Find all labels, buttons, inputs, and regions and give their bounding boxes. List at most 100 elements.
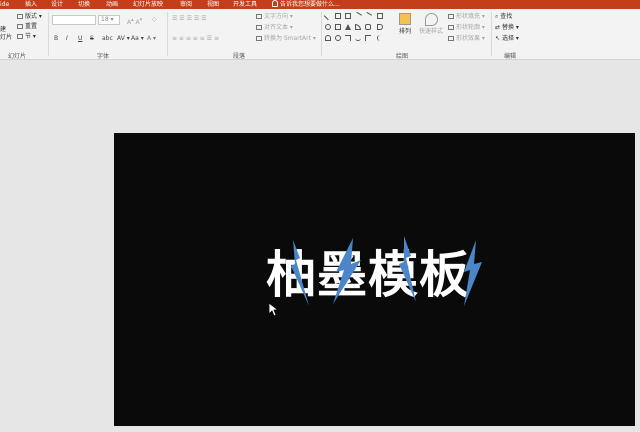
shape-fill-label: 形状填充 bbox=[456, 13, 481, 20]
tab-review[interactable]: 审阅 bbox=[180, 0, 192, 9]
tab-view[interactable]: 视图 bbox=[207, 0, 219, 9]
find-label: 查找 bbox=[500, 13, 513, 20]
tab-insert[interactable]: 插入 bbox=[25, 0, 37, 9]
replace-button[interactable]: ⇄ 替换 ▾ bbox=[495, 24, 519, 32]
rectangle-shape-icon[interactable] bbox=[377, 13, 383, 19]
new-slide-label-2: 灯片 bbox=[0, 34, 13, 41]
corner-shape-icon[interactable] bbox=[355, 24, 361, 30]
shape-outline-button[interactable]: 形状轮廓 ▾ bbox=[448, 24, 485, 32]
section-label: 节 bbox=[25, 33, 32, 40]
editing-group-label: 编辑 bbox=[504, 53, 517, 60]
align-buttons[interactable]: ≡ ≡ ≡ ≡ ≡ ☰ ≡ bbox=[172, 35, 219, 43]
lightbulb-icon bbox=[272, 0, 278, 7]
reset-button[interactable]: 重置 bbox=[17, 23, 37, 31]
slides-group-label: 幻灯片 bbox=[8, 53, 27, 60]
tab-file[interactable]: ide bbox=[0, 0, 9, 9]
arrange-button[interactable]: 排列 bbox=[395, 13, 415, 35]
tab-animations[interactable]: 动画 bbox=[106, 0, 118, 9]
lightning-bolt-icon bbox=[464, 240, 482, 306]
font-size-value: 18 bbox=[101, 16, 109, 23]
circle-shape-icon[interactable] bbox=[335, 35, 341, 41]
tab-design[interactable]: 设计 bbox=[51, 0, 63, 9]
curve-shape-icon[interactable] bbox=[355, 35, 361, 41]
italic-button[interactable]: I bbox=[66, 35, 68, 42]
section-button[interactable]: 节 ▾ bbox=[17, 33, 36, 41]
bold-button[interactable]: B bbox=[54, 35, 58, 42]
font-group-label: 字体 bbox=[97, 53, 110, 60]
lightning-bolt-icon bbox=[291, 240, 309, 306]
select-label: 选择 bbox=[501, 35, 514, 42]
fill-icon bbox=[448, 14, 454, 19]
layout-button[interactable]: 版式 ▾ bbox=[17, 13, 42, 21]
group-separator bbox=[48, 12, 49, 56]
align-text-label: 对齐文本 bbox=[264, 24, 289, 31]
group-separator bbox=[491, 12, 492, 56]
font-color-button[interactable]: A ▾ bbox=[147, 35, 156, 42]
ribbon: 建 灯片 版式 ▾ 重置 节 ▾ 幻灯片 18 ▾ A▴ A▾ ◇ B I U … bbox=[0, 9, 640, 60]
text-direction-label: 文字方向 bbox=[264, 13, 289, 20]
select-button[interactable]: ↖ 选择 ▾ bbox=[495, 35, 519, 43]
search-icon: ⌕ bbox=[495, 13, 499, 20]
tell-me-box[interactable]: 告诉我您想要做什么... bbox=[272, 0, 340, 9]
section-icon bbox=[17, 34, 23, 39]
arrange-label: 排列 bbox=[398, 28, 411, 35]
font-size-box[interactable]: 18 ▾ bbox=[98, 15, 120, 25]
tab-developer[interactable]: 开发工具 bbox=[233, 0, 257, 9]
cursor-icon: ↖ bbox=[495, 35, 501, 42]
arrow-shape-icon[interactable] bbox=[363, 11, 373, 21]
effects-icon bbox=[448, 36, 454, 41]
shadow-button[interactable]: abc bbox=[102, 35, 113, 42]
drawing-group-label: 绘图 bbox=[396, 53, 409, 60]
slide-canvas[interactable]: 柚墨模板 bbox=[114, 133, 635, 426]
connector-shape-icon[interactable] bbox=[365, 35, 371, 41]
change-case-button[interactable]: Aa ▾ bbox=[131, 35, 144, 42]
arrow-right-shape-icon[interactable] bbox=[377, 24, 383, 30]
ribbon-tab-bar: ide 插入 设计 切换 动画 幻灯片放映 审阅 视图 开发工具 告诉我您想要做… bbox=[0, 0, 640, 9]
line-shape-icon-2[interactable] bbox=[353, 11, 363, 21]
new-slide-dropdown[interactable]: 灯片 bbox=[0, 34, 12, 42]
reset-label: 重置 bbox=[25, 23, 38, 30]
clear-format-button[interactable]: ◇ bbox=[152, 16, 157, 24]
tab-transitions[interactable]: 切换 bbox=[78, 0, 90, 9]
text-direction-icon bbox=[256, 14, 262, 19]
layout-icon bbox=[17, 14, 23, 19]
bullets-button[interactable]: ☰ ☰ ☰ ☰ ☰ bbox=[172, 15, 207, 23]
smartart-button[interactable]: 转换为 SmartArt ▾ bbox=[256, 35, 316, 43]
group-separator bbox=[167, 12, 168, 56]
quick-styles-icon bbox=[424, 13, 438, 26]
shape-fill-button[interactable]: 形状填充 ▾ bbox=[448, 13, 485, 21]
shape-effects-button[interactable]: 形状效果 ▾ bbox=[448, 35, 485, 43]
find-button[interactable]: ⌕ 查找 bbox=[495, 13, 512, 21]
underline-button[interactable]: U bbox=[78, 35, 82, 42]
triangle-shape-icon[interactable] bbox=[345, 24, 351, 30]
lightning-bolt-icon bbox=[333, 238, 361, 304]
quick-styles-button[interactable]: 快速样式 bbox=[416, 13, 446, 35]
textbox-shape-icon[interactable] bbox=[335, 13, 341, 19]
tab-slideshow[interactable]: 幻灯片放映 bbox=[133, 0, 163, 9]
bracket-shape-icon[interactable] bbox=[345, 35, 351, 41]
shapes-gallery[interactable] bbox=[323, 11, 393, 49]
line-shape-icon[interactable] bbox=[323, 11, 333, 21]
grow-font-button[interactable]: A▴ A▾ bbox=[127, 16, 142, 27]
align-text-icon bbox=[256, 25, 262, 30]
align-text-button[interactable]: 对齐文本 ▾ bbox=[256, 24, 293, 32]
rounded-shape-icon[interactable] bbox=[365, 24, 371, 30]
mouse-pointer-icon bbox=[269, 303, 279, 317]
text-direction-button[interactable]: 文字方向 ▾ bbox=[256, 13, 293, 21]
quick-styles-label: 快速样式 bbox=[418, 28, 443, 35]
brace-shape-icon[interactable] bbox=[377, 35, 383, 41]
new-slide-button[interactable]: 建 bbox=[0, 26, 6, 34]
rect-shape-icon[interactable] bbox=[335, 24, 341, 30]
textbox-vertical-shape-icon[interactable] bbox=[345, 13, 351, 19]
char-spacing-button[interactable]: AV ▾ bbox=[117, 35, 130, 42]
outline-icon bbox=[448, 25, 454, 30]
strike-button[interactable]: S bbox=[90, 35, 94, 42]
oval-shape-icon[interactable] bbox=[325, 24, 331, 30]
layout-label: 版式 bbox=[25, 13, 38, 20]
replace-label: 替换 bbox=[501, 24, 514, 31]
shape-effects-label: 形状效果 bbox=[456, 35, 481, 42]
font-name-box[interactable] bbox=[52, 15, 96, 25]
lightning-bolt-icon bbox=[399, 236, 416, 302]
arc-shape-icon[interactable] bbox=[325, 35, 331, 41]
smartart-icon bbox=[256, 36, 262, 41]
